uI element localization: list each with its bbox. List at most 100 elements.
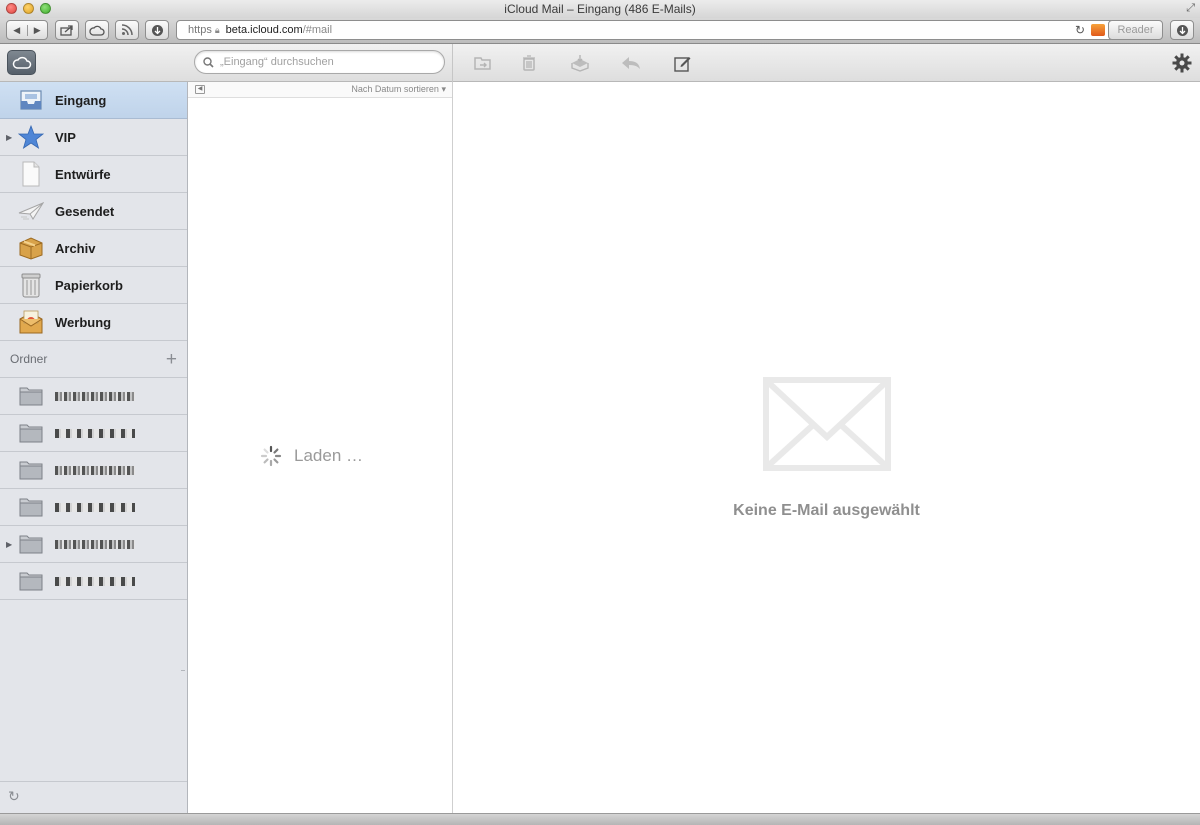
junk-icon xyxy=(17,309,45,335)
vip-star-icon xyxy=(17,124,45,150)
delete-button[interactable] xyxy=(518,52,540,74)
sidebar-item-vip[interactable]: ▶ VIP xyxy=(0,119,187,156)
window-title: iCloud Mail – Eingang (486 E-Mails) xyxy=(504,2,696,16)
share-icon xyxy=(60,25,73,36)
redacted-folder-name xyxy=(55,429,135,438)
sidebar-item-junk[interactable]: Werbung xyxy=(0,304,187,341)
fullscreen-icon[interactable]: ⤢ xyxy=(1186,2,1195,15)
sidebar-item-inbox[interactable]: Eingang xyxy=(0,82,187,119)
search-field[interactable] xyxy=(194,50,445,74)
inbox-icon xyxy=(17,87,45,113)
minimize-window-button[interactable] xyxy=(23,3,34,14)
archive-button[interactable] xyxy=(569,52,591,74)
sidebar-item-drafts[interactable]: Entwürfe xyxy=(0,156,187,193)
share-button[interactable] xyxy=(55,20,79,40)
loading-indicator: Laden … xyxy=(260,445,363,467)
archive-icon xyxy=(571,54,589,72)
reply-arrow-icon xyxy=(622,57,640,69)
redacted-folder-name xyxy=(55,392,135,401)
sidebar-item-label: Papierkorb xyxy=(55,277,123,293)
folders-header-label: Ordner xyxy=(10,352,48,366)
download-circle-icon xyxy=(151,24,163,36)
redacted-folder-name xyxy=(55,466,135,475)
app-header xyxy=(0,44,1200,82)
sidebar-item-label: Eingang xyxy=(55,92,107,108)
folder-icon xyxy=(17,568,45,594)
sidebar-item-label: Entwürfe xyxy=(55,166,111,182)
downloads-button[interactable] xyxy=(1170,20,1194,40)
url-domain: beta.icloud.com xyxy=(225,24,303,36)
message-list: ◀ Nach Datum sortieren ▾ Laden … xyxy=(188,82,453,813)
chevron-down-icon: ▾ xyxy=(441,84,446,94)
sidebar-item-label: VIP xyxy=(55,129,76,145)
mailbox-sidebar: Eingang ▶ VIP Entwürfe Gesendet Archiv P… xyxy=(0,82,188,813)
extension-badge-icon[interactable] xyxy=(1091,24,1105,36)
disclosure-triangle-icon[interactable]: ▶ xyxy=(6,133,12,142)
search-input[interactable] xyxy=(220,56,420,68)
browser-toolbar: ◀ ▶ https 🔒︎ beta.icloud.com/#mail ↻ Rea… xyxy=(0,18,1200,44)
address-bar[interactable]: https 🔒︎ beta.icloud.com/#mail ↻ xyxy=(176,20,1114,40)
search-icon xyxy=(203,56,214,68)
folders-section-header: Ordner + xyxy=(0,341,187,378)
zoom-window-button[interactable] xyxy=(40,3,51,14)
gear-icon xyxy=(1172,53,1192,73)
settings-button[interactable] xyxy=(1171,52,1193,74)
sent-paperplane-icon xyxy=(17,198,45,224)
sidebar-folder[interactable] xyxy=(0,378,187,415)
close-window-button[interactable] xyxy=(6,3,17,14)
sort-dropdown[interactable]: Nach Datum sortieren ▾ xyxy=(351,84,446,95)
url-path: /#mail xyxy=(302,24,333,36)
add-folder-button[interactable]: + xyxy=(166,350,177,369)
compose-button[interactable] xyxy=(672,52,694,74)
sort-bar: ◀ Nach Datum sortieren ▾ xyxy=(188,82,452,98)
loading-text: Laden … xyxy=(294,446,363,465)
sidebar-item-archive[interactable]: Archiv xyxy=(0,230,187,267)
forward-button[interactable]: ▶ xyxy=(26,24,48,36)
trash-can-icon xyxy=(17,272,45,298)
sidebar-folder[interactable] xyxy=(0,489,187,526)
trash-icon xyxy=(523,55,535,71)
back-button[interactable]: ◀ xyxy=(7,25,27,36)
cloud-icon xyxy=(12,56,31,69)
cloud-icon xyxy=(89,25,105,36)
move-to-folder-button[interactable] xyxy=(472,52,494,74)
icloud-tabs-button[interactable] xyxy=(85,20,109,40)
spinner-icon xyxy=(260,445,282,467)
lock-icon: 🔒︎ xyxy=(214,24,220,35)
drafts-icon xyxy=(17,161,45,187)
archive-box-icon xyxy=(17,235,45,261)
sidebar-folder[interactable] xyxy=(0,452,187,489)
message-detail-pane: Keine E-Mail ausgewählt xyxy=(453,82,1200,813)
extension-button[interactable] xyxy=(145,20,169,40)
reader-button[interactable]: Reader xyxy=(1108,20,1163,40)
rss-button[interactable] xyxy=(115,20,139,40)
redacted-folder-name xyxy=(55,540,135,549)
refresh-icon[interactable]: ↻ xyxy=(8,788,20,805)
sidebar-folder[interactable]: ▶ xyxy=(0,526,187,563)
header-divider xyxy=(452,44,453,82)
rss-icon xyxy=(121,24,133,36)
sidebar-item-label: Gesendet xyxy=(55,203,115,219)
redacted-folder-name xyxy=(55,577,135,586)
icloud-mail-app: Eingang ▶ VIP Entwürfe Gesendet Archiv xyxy=(0,44,1200,813)
disclosure-triangle-icon[interactable]: ▶ xyxy=(6,540,12,549)
move-folder-icon xyxy=(474,57,491,70)
reload-icon[interactable]: ↻ xyxy=(1075,23,1085,37)
redacted-folder-name xyxy=(55,503,135,512)
envelope-icon xyxy=(763,377,891,476)
sidebar-resize-tick xyxy=(181,670,185,671)
sidebar-folder[interactable] xyxy=(0,415,187,452)
window-bottom-bar xyxy=(0,813,1200,825)
url-scheme: https xyxy=(188,24,212,36)
folder-icon xyxy=(17,531,45,557)
sidebar-footer: ↻ xyxy=(0,781,187,813)
traffic-lights xyxy=(6,3,51,14)
collapse-sidebar-button[interactable]: ◀ xyxy=(195,85,205,94)
sidebar-item-trash[interactable]: Papierkorb xyxy=(0,267,187,304)
sidebar-folder[interactable] xyxy=(0,563,187,600)
sidebar-item-sent[interactable]: Gesendet xyxy=(0,193,187,230)
folder-icon xyxy=(17,494,45,520)
window-titlebar: iCloud Mail – Eingang (486 E-Mails) ⤢ xyxy=(0,0,1200,18)
icloud-home-button[interactable] xyxy=(7,50,36,75)
reply-button[interactable] xyxy=(620,52,642,74)
